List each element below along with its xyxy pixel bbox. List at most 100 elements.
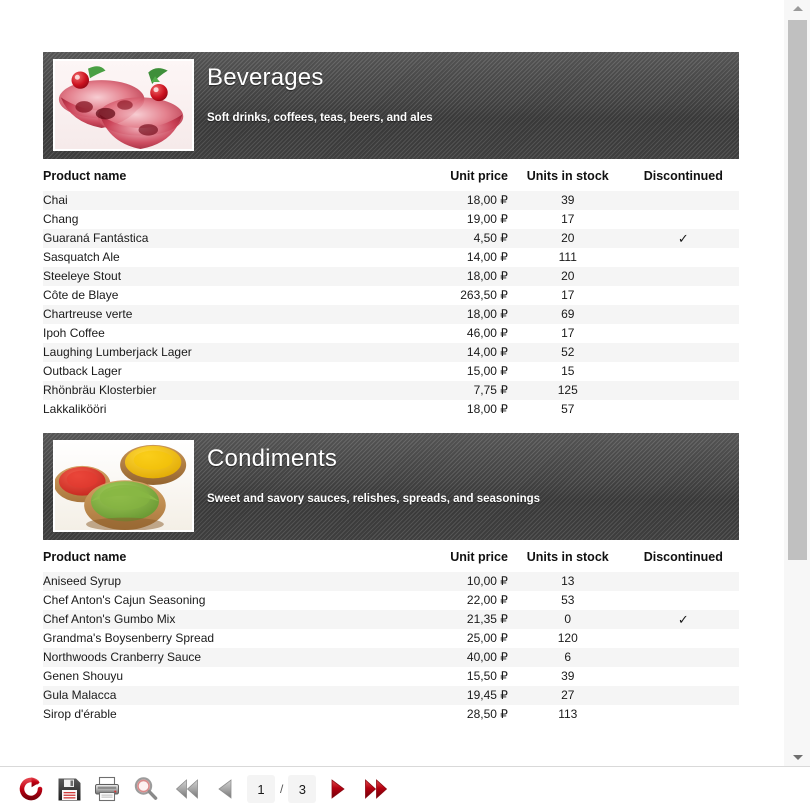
cell-discontinued bbox=[627, 324, 739, 343]
cell-product-name: Laughing Lumberjack Lager bbox=[43, 343, 381, 362]
table-row: Grandma's Boysenberry Spread 25,00 ₽120 bbox=[43, 629, 739, 648]
column-header-unit-price: Unit price bbox=[380, 540, 508, 572]
cell-product-name: Aniseed Syrup bbox=[43, 572, 381, 591]
cell-unit-price: 25,00 ₽ bbox=[380, 629, 508, 648]
cell-product-name: Rhönbräu Klosterbier bbox=[43, 381, 381, 400]
cell-unit-price: 18,00 ₽ bbox=[380, 400, 508, 419]
vertical-scrollbar[interactable] bbox=[783, 0, 810, 766]
cell-discontinued bbox=[627, 400, 739, 419]
chevron-up-icon bbox=[792, 6, 803, 11]
cell-discontinued: ✓ bbox=[627, 610, 739, 629]
double-arrow-left-icon bbox=[173, 777, 201, 801]
cell-units-in-stock: 57 bbox=[507, 400, 628, 419]
cell-discontinued bbox=[627, 591, 739, 610]
first-page-button[interactable] bbox=[168, 770, 206, 808]
table-header-row: Product name Unit price Units in stock D… bbox=[43, 159, 739, 191]
category-section-condiments: Condiments Sweet and savory sauces, reli… bbox=[0, 433, 783, 724]
next-page-button[interactable] bbox=[319, 770, 357, 808]
report-page: PRODUCT CATALOG bbox=[0, 0, 783, 724]
cell-product-name: Sasquatch Ale bbox=[43, 248, 381, 267]
report-scroll-area[interactable]: PRODUCT CATALOG bbox=[0, 0, 783, 766]
table-row: Sasquatch Ale 14,00 ₽111 bbox=[43, 248, 739, 267]
table-row: Côte de Blaye 263,50 ₽17 bbox=[43, 286, 739, 305]
cell-discontinued bbox=[627, 305, 739, 324]
column-header-unit-price: Unit price bbox=[380, 159, 508, 191]
cell-product-name: Côte de Blaye bbox=[43, 286, 381, 305]
table-row: Lakkalikööri 18,00 ₽57 bbox=[43, 400, 739, 419]
cell-units-in-stock: 6 bbox=[507, 648, 628, 667]
cell-unit-price: 21,35 ₽ bbox=[380, 610, 508, 629]
cell-units-in-stock: 125 bbox=[507, 381, 628, 400]
cell-product-name: Genen Shouyu bbox=[43, 667, 381, 686]
cell-product-name: Sirop d'érable bbox=[43, 705, 381, 724]
cell-product-name: Guaraná Fantástica bbox=[43, 229, 381, 248]
cell-units-in-stock: 15 bbox=[507, 362, 628, 381]
scrollbar-thumb[interactable] bbox=[788, 20, 807, 560]
products-table: Product name Unit price Units in stock D… bbox=[43, 159, 739, 419]
category-name: Condiments bbox=[207, 445, 338, 472]
refresh-button[interactable] bbox=[12, 770, 50, 808]
condiments-thumbnail-image bbox=[53, 440, 194, 532]
cell-discontinued bbox=[627, 286, 739, 305]
table-row: Chef Anton's Gumbo Mix 21,35 ₽0 ✓ bbox=[43, 610, 739, 629]
beverages-thumbnail-image bbox=[53, 59, 194, 151]
cell-unit-price: 18,00 ₽ bbox=[380, 267, 508, 286]
cell-unit-price: 19,45 ₽ bbox=[380, 686, 508, 705]
cell-units-in-stock: 111 bbox=[507, 248, 628, 267]
scroll-down-button[interactable] bbox=[787, 748, 808, 766]
cell-discontinued bbox=[627, 343, 739, 362]
cell-units-in-stock: 113 bbox=[507, 705, 628, 724]
cell-product-name: Chai bbox=[43, 191, 381, 210]
cell-units-in-stock: 39 bbox=[507, 191, 628, 210]
arrow-right-icon bbox=[326, 777, 350, 801]
cell-discontinued bbox=[627, 667, 739, 686]
cell-units-in-stock: 17 bbox=[507, 210, 628, 229]
cell-unit-price: 18,00 ₽ bbox=[380, 191, 508, 210]
table-row: Outback Lager 15,00 ₽15 bbox=[43, 362, 739, 381]
current-page-value: 1 bbox=[257, 781, 265, 797]
cell-product-name: Gula Malacca bbox=[43, 686, 381, 705]
page-title: PRODUCT CATALOG bbox=[0, 0, 783, 74]
cell-discontinued bbox=[627, 381, 739, 400]
total-pages-box: 3 bbox=[288, 775, 317, 803]
cell-discontinued bbox=[627, 248, 739, 267]
cell-unit-price: 263,50 ₽ bbox=[380, 286, 508, 305]
cell-product-name: Chef Anton's Cajun Seasoning bbox=[43, 591, 381, 610]
category-description: Soft drinks, coffees, teas, beers, and a… bbox=[207, 112, 433, 124]
table-row: Ipoh Coffee 46,00 ₽17 bbox=[43, 324, 739, 343]
search-button[interactable] bbox=[126, 770, 164, 808]
cell-discontinued bbox=[627, 705, 739, 724]
current-page-input[interactable]: 1 bbox=[247, 775, 275, 803]
page-separator: / bbox=[280, 782, 284, 796]
cell-units-in-stock: 52 bbox=[507, 343, 628, 362]
cell-product-name: Northwoods Cranberry Sauce bbox=[43, 648, 381, 667]
print-button[interactable] bbox=[88, 770, 126, 808]
products-table: Product name Unit price Units in stock D… bbox=[43, 540, 739, 724]
cell-unit-price: 46,00 ₽ bbox=[380, 324, 508, 343]
cell-product-name: Ipoh Coffee bbox=[43, 324, 381, 343]
table-header-row: Product name Unit price Units in stock D… bbox=[43, 540, 739, 572]
cell-unit-price: 19,00 ₽ bbox=[380, 210, 508, 229]
save-button[interactable] bbox=[50, 770, 88, 808]
category-header-banner: Condiments Sweet and savory sauces, reli… bbox=[43, 433, 739, 540]
table-row: Laughing Lumberjack Lager 14,00 ₽52 bbox=[43, 343, 739, 362]
scroll-up-button[interactable] bbox=[787, 0, 808, 18]
cell-discontinued bbox=[627, 362, 739, 381]
report-viewer: PRODUCT CATALOG bbox=[0, 0, 810, 811]
column-header-units-in-stock: Units in stock bbox=[507, 540, 628, 572]
cell-unit-price: 22,00 ₽ bbox=[380, 591, 508, 610]
cell-units-in-stock: 53 bbox=[507, 591, 628, 610]
cell-unit-price: 15,50 ₽ bbox=[380, 667, 508, 686]
cell-discontinued bbox=[627, 267, 739, 286]
table-row: Chartreuse verte 18,00 ₽69 bbox=[43, 305, 739, 324]
cell-units-in-stock: 27 bbox=[507, 686, 628, 705]
cell-units-in-stock: 39 bbox=[507, 667, 628, 686]
table-row: Chang 19,00 ₽17 bbox=[43, 210, 739, 229]
previous-page-button[interactable] bbox=[206, 770, 244, 808]
cell-units-in-stock: 17 bbox=[507, 324, 628, 343]
last-page-button[interactable] bbox=[357, 770, 395, 808]
cell-units-in-stock: 13 bbox=[507, 572, 628, 591]
cell-discontinued bbox=[627, 629, 739, 648]
cell-units-in-stock: 17 bbox=[507, 286, 628, 305]
cell-unit-price: 15,00 ₽ bbox=[380, 362, 508, 381]
